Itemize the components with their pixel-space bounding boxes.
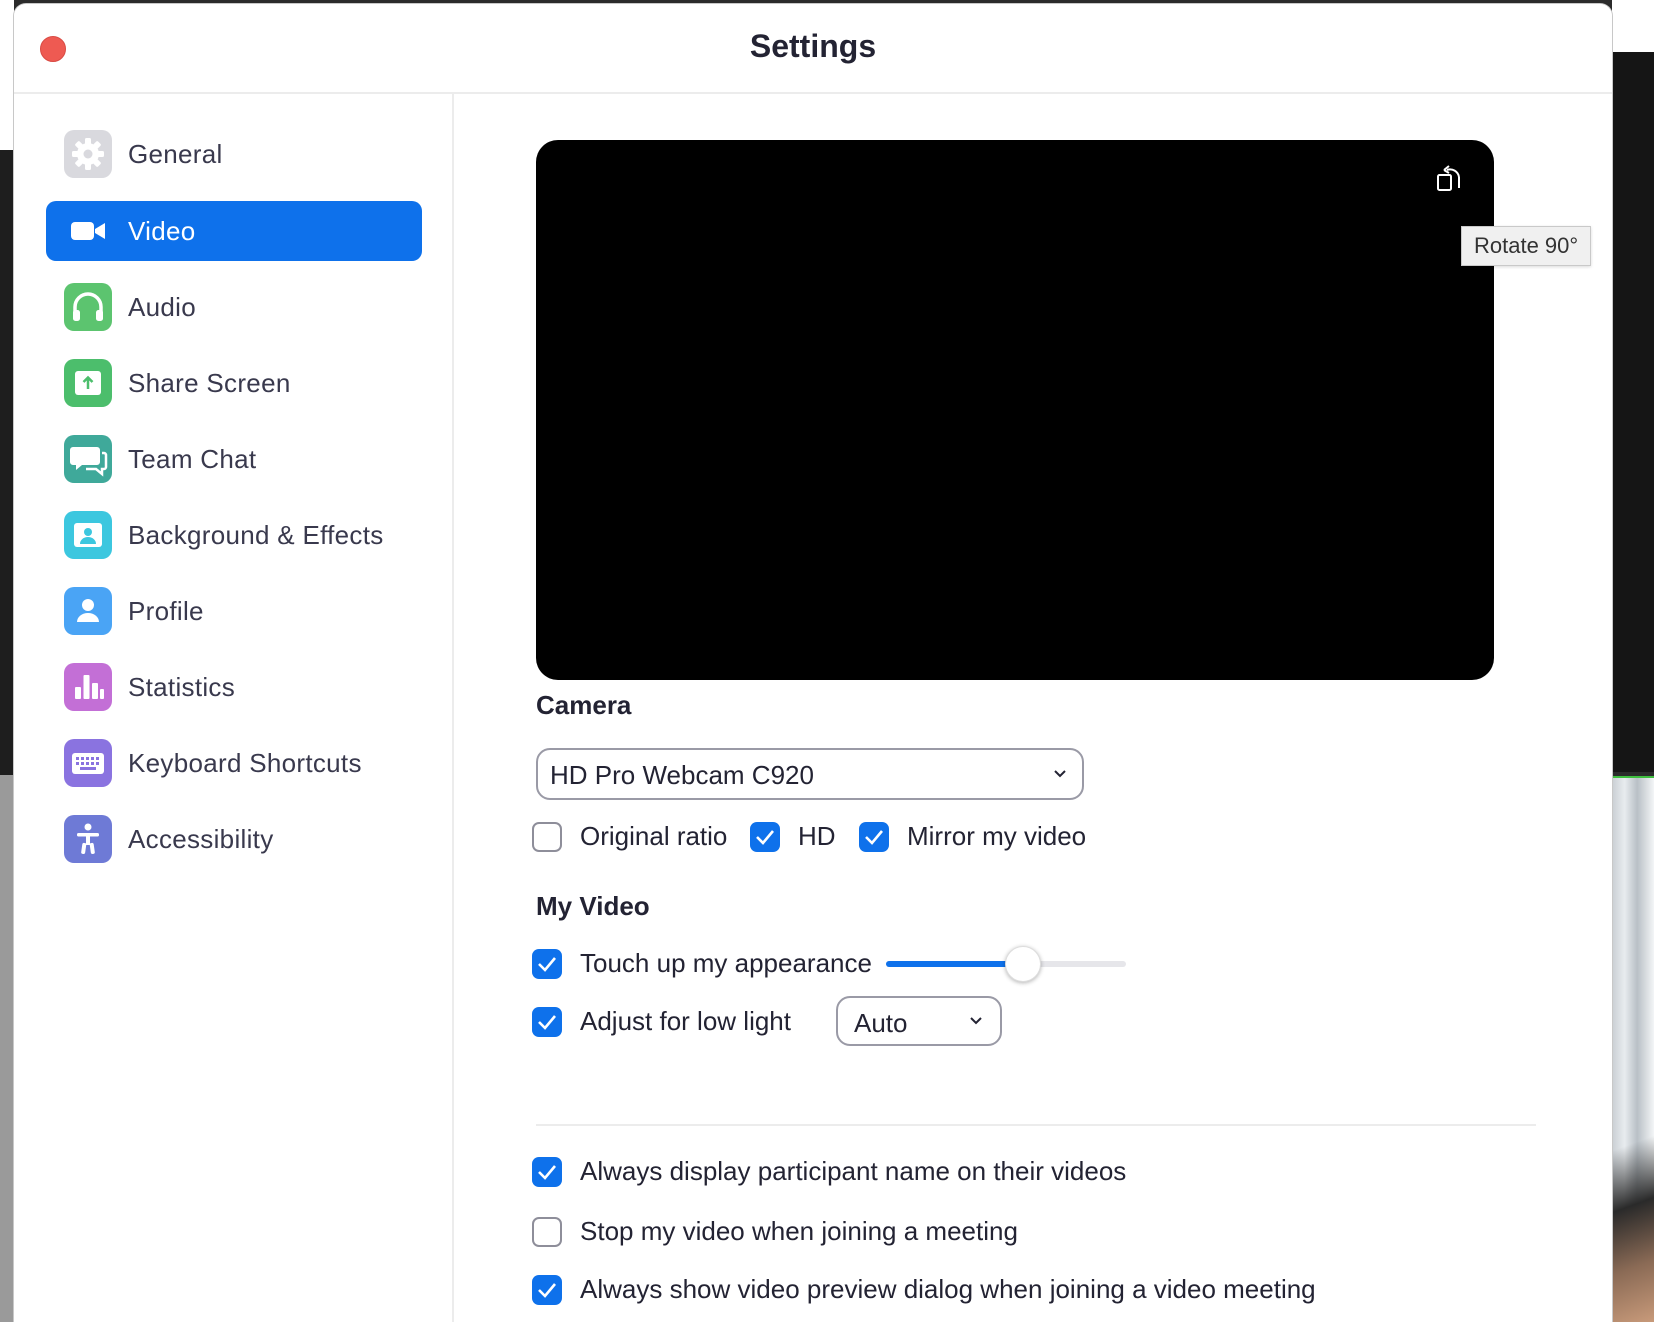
sidebar-item-keyboard-shortcuts[interactable]: Keyboard Shortcuts bbox=[46, 733, 422, 793]
touch-up-slider[interactable] bbox=[886, 946, 1126, 982]
display-participant-name-label: Always display participant name on their… bbox=[580, 1156, 1127, 1186]
video-camera-icon bbox=[64, 207, 112, 255]
checkmark-icon bbox=[538, 957, 556, 972]
sidebar-item-label: Keyboard Shortcuts bbox=[128, 748, 362, 778]
stop-video-on-join-checkbox[interactable] bbox=[532, 1217, 562, 1247]
video-preview-dialog-checkbox[interactable] bbox=[532, 1275, 562, 1305]
sidebar-item-profile[interactable]: Profile bbox=[46, 581, 422, 641]
settings-sidebar: General Video Audio Share Screen Team Ch… bbox=[14, 94, 454, 1322]
window-title: Settings bbox=[749, 28, 877, 64]
touch-up-label: Touch up my appearance bbox=[580, 948, 872, 978]
display-participant-name-checkbox[interactable] bbox=[532, 1157, 562, 1187]
low-light-checkbox[interactable] bbox=[532, 1007, 562, 1037]
touch-up-checkbox[interactable] bbox=[532, 949, 562, 979]
original-ratio-label: Original ratio bbox=[580, 821, 728, 851]
sidebar-item-accessibility[interactable]: Accessibility bbox=[46, 809, 422, 869]
low-light-mode-value: Auto bbox=[854, 1008, 908, 1038]
checkmark-icon bbox=[538, 1165, 556, 1180]
video-preview-dialog-label: Always show video preview dialog when jo… bbox=[580, 1274, 1316, 1304]
camera-select[interactable]: HD Pro Webcam C920 bbox=[536, 748, 1084, 800]
desktop-background-right bbox=[1612, 52, 1654, 772]
sidebar-item-video[interactable]: Video bbox=[46, 201, 422, 261]
low-light-mode-select[interactable]: Auto bbox=[836, 996, 1002, 1046]
touch-up-slider-fill bbox=[886, 961, 1023, 967]
sidebar-item-label: Statistics bbox=[128, 672, 236, 702]
camera-section-title: Camera bbox=[536, 690, 632, 720]
checkmark-icon bbox=[756, 830, 774, 845]
video-settings-panel: Camera HD Pro Webcam C920 Original ratio… bbox=[454, 94, 1612, 1322]
sidebar-item-label: General bbox=[128, 139, 223, 169]
hd-checkbox[interactable] bbox=[750, 822, 780, 852]
low-light-label: Adjust for low light bbox=[580, 1006, 791, 1036]
share-screen-icon bbox=[64, 359, 112, 407]
my-video-section-title: My Video bbox=[536, 891, 650, 921]
desktop-background-left-lower bbox=[0, 775, 14, 1322]
desktop-background-left-top bbox=[0, 0, 14, 150]
sidebar-item-label: Accessibility bbox=[128, 824, 274, 854]
checkmark-icon bbox=[538, 1283, 556, 1298]
checkmark-icon bbox=[538, 1015, 556, 1030]
sidebar-item-label: Background & Effects bbox=[128, 520, 384, 550]
accessibility-icon bbox=[64, 815, 112, 863]
sidebar-item-statistics[interactable]: Statistics bbox=[46, 657, 422, 717]
hd-label: HD bbox=[798, 821, 836, 851]
bar-chart-icon bbox=[64, 663, 112, 711]
headphones-icon bbox=[64, 283, 112, 331]
profile-person-icon bbox=[64, 587, 112, 635]
desktop-background-right-top bbox=[1612, 0, 1654, 52]
settings-window: Settings General Video Audio Share Scree… bbox=[14, 4, 1612, 1322]
section-divider bbox=[536, 1124, 1536, 1126]
stop-video-on-join-label: Stop my video when joining a meeting bbox=[580, 1216, 1018, 1246]
sidebar-item-share-screen[interactable]: Share Screen bbox=[46, 353, 422, 413]
touch-up-slider-thumb[interactable] bbox=[1004, 946, 1041, 982]
keyboard-icon bbox=[64, 739, 112, 787]
mirror-video-label: Mirror my video bbox=[907, 821, 1087, 851]
chat-bubble-icon bbox=[64, 435, 112, 483]
rotate-tooltip: Rotate 90° bbox=[1461, 226, 1592, 266]
gear-icon bbox=[64, 130, 112, 178]
sidebar-item-general[interactable]: General bbox=[46, 124, 422, 184]
sidebar-item-label: Video bbox=[128, 216, 196, 246]
sidebar-item-label: Audio bbox=[128, 292, 196, 322]
video-preview bbox=[536, 140, 1494, 680]
sidebar-item-background-effects[interactable]: Background & Effects bbox=[46, 505, 422, 565]
title-bar: Settings bbox=[14, 4, 1612, 94]
background-person-icon bbox=[64, 511, 112, 559]
mirror-video-checkbox[interactable] bbox=[859, 822, 889, 852]
sidebar-item-audio[interactable]: Audio bbox=[46, 277, 422, 337]
checkmark-icon bbox=[865, 830, 883, 845]
sidebar-item-label: Profile bbox=[128, 596, 204, 626]
camera-select-value: HD Pro Webcam C920 bbox=[550, 760, 814, 790]
sidebar-item-team-chat[interactable]: Team Chat bbox=[46, 429, 422, 489]
chevron-down-icon bbox=[970, 1017, 982, 1025]
participant-video-shadow bbox=[1612, 1130, 1654, 1322]
sidebar-item-label: Team Chat bbox=[128, 444, 257, 474]
chevron-down-icon bbox=[1054, 770, 1066, 778]
rotate-icon[interactable] bbox=[1434, 162, 1464, 194]
original-ratio-checkbox[interactable] bbox=[532, 822, 562, 852]
sidebar-item-label: Share Screen bbox=[128, 368, 291, 398]
